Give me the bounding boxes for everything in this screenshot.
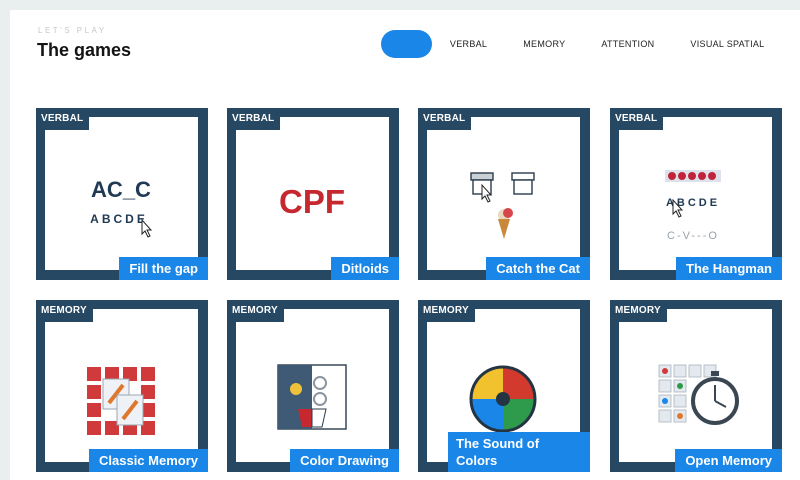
- gap-letters: ABCDE: [90, 212, 148, 226]
- gap-word: AC_C: [91, 177, 151, 202]
- hangman-pattern: C-V---O: [667, 230, 719, 242]
- fill-the-gap-illustration: AC_C ABCDE: [90, 177, 153, 238]
- eyebrow-text: LET'S PLAY: [38, 26, 107, 35]
- ditloid-word: CPF: [279, 183, 345, 220]
- page-title: The games: [37, 40, 132, 60]
- category-tag: MEMORY: [418, 300, 475, 322]
- game-card-open-memory[interactable]: MEMORY Open Memory: [610, 300, 782, 472]
- classic-memory-illustration: [87, 367, 155, 435]
- game-card-classic-memory[interactable]: MEMORY Classic Memory: [36, 300, 208, 472]
- simon-wheel-icon: [469, 365, 537, 433]
- filter-verbal[interactable]: VERBAL: [432, 30, 505, 58]
- game-card-fill-the-gap[interactable]: AC_C ABCDE VERBAL Fill the gap: [36, 108, 208, 280]
- open-memory-illustration: [658, 364, 739, 425]
- box-icon: [511, 172, 535, 195]
- card-body: [619, 309, 772, 462]
- category-tag: VERBAL: [227, 108, 281, 130]
- game-title: Color Drawing: [290, 449, 399, 472]
- card-body: [45, 309, 198, 462]
- game-card-color-drawing[interactable]: MEMORY Color Drawing: [227, 300, 399, 472]
- color-drawing-illustration: [277, 364, 347, 430]
- card-body: [427, 117, 580, 270]
- card-body: CPF: [236, 117, 389, 270]
- category-tag: MEMORY: [36, 300, 93, 322]
- game-title: Catch the Cat: [486, 257, 590, 280]
- game-title: Open Memory: [675, 449, 782, 472]
- game-card-the-hangman[interactable]: ABCDE C-V---O VERBAL The Hangman: [610, 108, 782, 280]
- game-card-catch-the-cat[interactable]: VERBAL Catch the Cat: [418, 108, 590, 280]
- game-title: Classic Memory: [89, 449, 208, 472]
- game-card-the-sound-of-colors[interactable]: MEMORY The Sound of Colors: [418, 300, 590, 472]
- filter-attention[interactable]: ATTENTION: [583, 30, 672, 58]
- filter-visual-spatial[interactable]: VISUAL SPATIAL: [672, 30, 782, 58]
- card-body: ABCDE C-V---O: [619, 117, 772, 270]
- game-card-ditloids[interactable]: CPF VERBAL Ditloids: [227, 108, 399, 280]
- game-title: The Sound of Colors: [448, 432, 590, 472]
- category-tag: VERBAL: [610, 108, 664, 130]
- games-page: LET'S PLAY The games ALL VERBAL MEMORY A…: [10, 10, 800, 480]
- category-tag: VERBAL: [36, 108, 90, 130]
- catch-the-cat-illustration: [470, 172, 535, 239]
- hidden-letters-icon: [665, 170, 721, 182]
- filter-memory[interactable]: MEMORY: [505, 30, 583, 58]
- category-tag: VERBAL: [418, 108, 472, 130]
- filter-all[interactable]: ALL: [381, 30, 432, 58]
- game-title: Ditloids: [331, 257, 399, 280]
- rocket-card-icon: [102, 378, 144, 426]
- card-body: [236, 309, 389, 462]
- category-tag: MEMORY: [610, 300, 667, 322]
- game-title: Fill the gap: [119, 257, 208, 280]
- game-title: The Hangman: [676, 257, 782, 280]
- category-filter-bar: ALL VERBAL MEMORY ATTENTION VISUAL SPATI…: [381, 30, 782, 58]
- card-body: AC_C ABCDE: [45, 117, 198, 270]
- category-tag: MEMORY: [227, 300, 284, 322]
- hangman-illustration: ABCDE C-V---O: [665, 170, 721, 242]
- stopwatch-icon: [691, 371, 739, 425]
- ice-cream-icon: [498, 208, 513, 239]
- flower-pot-icon: [298, 408, 327, 428]
- ditloids-illustration: CPF: [279, 183, 345, 220]
